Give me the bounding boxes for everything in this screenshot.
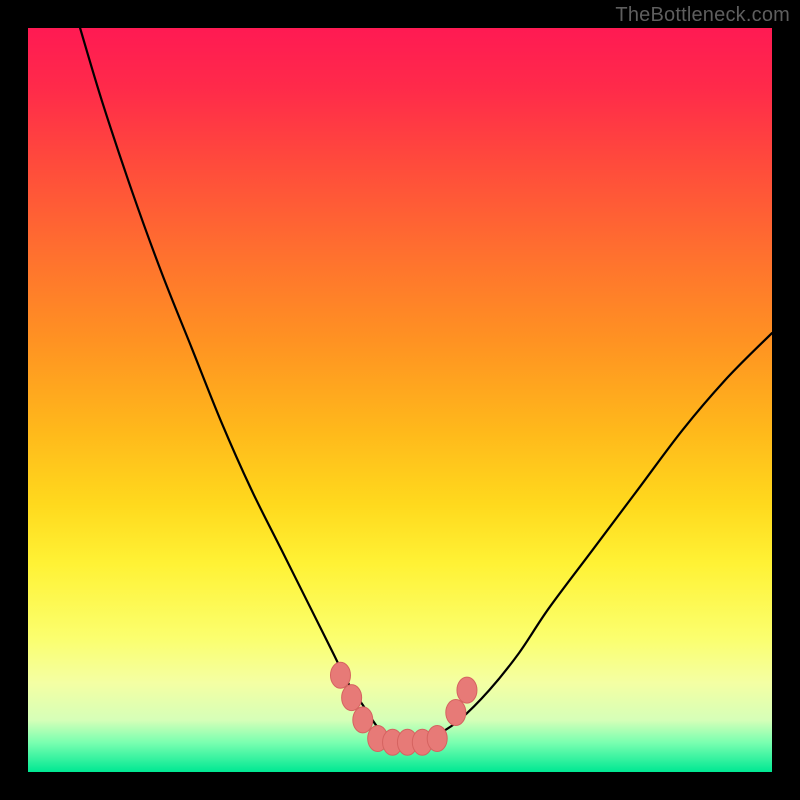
curve-marker	[427, 726, 447, 752]
marker-group	[330, 662, 476, 755]
watermark-text: TheBottleneck.com	[615, 4, 790, 27]
curve-marker	[330, 662, 350, 688]
curve-marker	[353, 707, 373, 733]
curve-marker	[457, 677, 477, 703]
curve-marker	[342, 685, 362, 711]
chart-svg	[28, 28, 772, 772]
chart-frame: TheBottleneck.com	[0, 0, 800, 800]
curve-marker	[446, 699, 466, 725]
plot-area	[28, 28, 772, 772]
bottleneck-curve	[80, 28, 772, 743]
